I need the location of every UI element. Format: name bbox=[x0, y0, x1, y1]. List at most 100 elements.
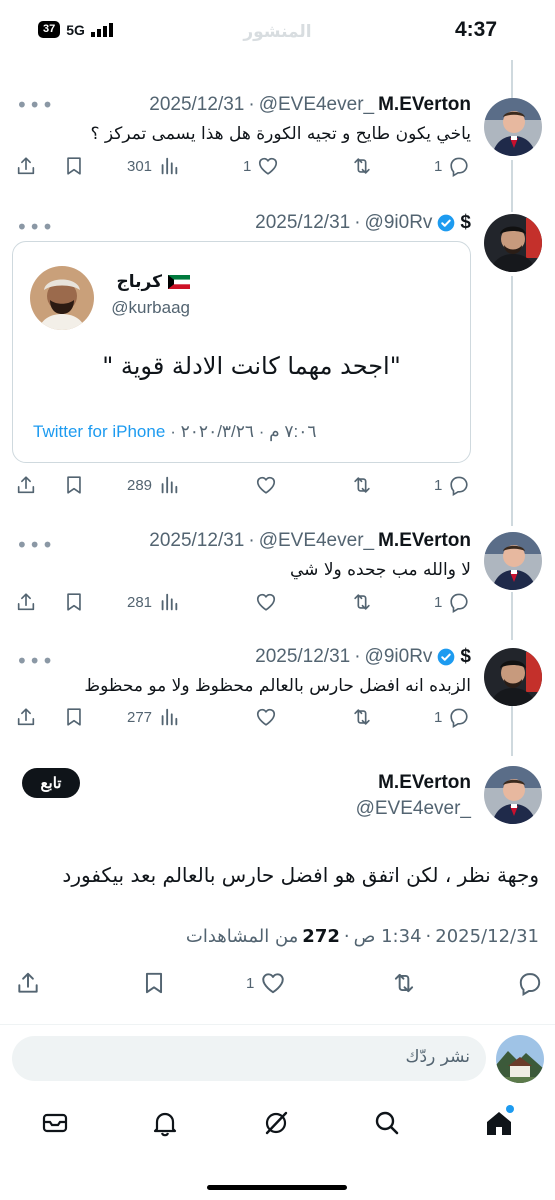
retweet-icon bbox=[351, 591, 373, 613]
focus-date: 2025/12/31 bbox=[435, 926, 539, 947]
retweet-button[interactable] bbox=[351, 155, 373, 177]
focus-views-count: 272 bbox=[302, 926, 340, 947]
bottom-tab-bar bbox=[0, 1100, 555, 1150]
share-button[interactable] bbox=[15, 970, 41, 996]
tweet-author[interactable]: $ bbox=[460, 646, 471, 668]
tweet[interactable]: ••• 2025/12/31 · @9i0Rv $ الزبده انه افض… bbox=[0, 636, 555, 750]
avatar[interactable] bbox=[484, 98, 542, 156]
like-button[interactable]: 1 bbox=[246, 970, 286, 996]
views-count: 289 bbox=[127, 476, 153, 494]
avatar[interactable] bbox=[484, 648, 542, 706]
tweet[interactable]: ••• 2025/12/31 · @EVE4ever_ M.EVerton يا… bbox=[0, 0, 555, 190]
tweet-actions: 277 1 bbox=[0, 706, 490, 736]
verified-icon bbox=[438, 214, 455, 232]
share-icon bbox=[15, 155, 37, 177]
reply-icon bbox=[448, 591, 470, 613]
reply-button[interactable] bbox=[517, 970, 543, 996]
focus-author[interactable]: M.EVerton bbox=[378, 772, 471, 794]
reply-button[interactable]: 1 bbox=[434, 706, 470, 728]
avatar[interactable] bbox=[484, 532, 542, 590]
notification-dot bbox=[506, 1105, 514, 1113]
share-button[interactable] bbox=[15, 591, 37, 613]
tweet-author[interactable]: M.EVerton bbox=[378, 530, 471, 552]
views-button[interactable]: 301 bbox=[127, 155, 180, 177]
search-icon bbox=[375, 1111, 399, 1135]
tab-messages[interactable] bbox=[40, 1108, 70, 1138]
more-icon[interactable]: ••• bbox=[16, 651, 54, 671]
tweet[interactable]: ••• 2025/12/31 · @EVE4ever_ M.EVerton لا… bbox=[0, 520, 555, 636]
share-button[interactable] bbox=[15, 155, 37, 177]
like-button[interactable] bbox=[255, 474, 277, 496]
tweet-author[interactable]: M.EVerton bbox=[378, 94, 471, 116]
avatar[interactable] bbox=[496, 1035, 544, 1083]
quoted-author[interactable]: كرباج bbox=[117, 272, 190, 292]
tweet-date: 2025/12/31 bbox=[255, 646, 351, 667]
retweet-button[interactable] bbox=[351, 706, 373, 728]
reply-button[interactable]: 1 bbox=[434, 474, 470, 496]
tweet-text: ياخي يكون طايح و تجيه الكورة هل هذا يسمى… bbox=[90, 124, 471, 144]
tweet-meta: 2025/12/31 · @9i0Rv $ bbox=[255, 212, 471, 234]
views-button[interactable]: 277 bbox=[127, 706, 180, 728]
tweet-meta: 2025/12/31 · @EVE4ever_ M.EVerton bbox=[149, 94, 471, 116]
tweet-handle[interactable]: @EVE4ever_ bbox=[259, 94, 374, 116]
bookmark-button[interactable] bbox=[63, 591, 85, 613]
kuwait-flag-icon bbox=[168, 275, 190, 289]
reply-count: 1 bbox=[434, 593, 443, 611]
more-icon[interactable]: ••• bbox=[16, 535, 54, 555]
bookmark-icon bbox=[63, 591, 85, 613]
quoted-text: "اجحد مهما كانت الادلة قوية " bbox=[102, 352, 401, 380]
views-button[interactable]: 289 bbox=[127, 474, 180, 496]
views-icon bbox=[158, 474, 180, 496]
quoted-tweet[interactable]: كرباج @kurbaag "اجحد مهما كانت الادلة قو… bbox=[12, 241, 471, 463]
like-icon bbox=[255, 706, 277, 728]
like-button[interactable]: 1 bbox=[243, 155, 279, 177]
share-icon bbox=[15, 474, 37, 496]
tweet-text: الزبده انه افضل حارس بالعالم محظوظ ولا م… bbox=[84, 676, 471, 696]
avatar[interactable] bbox=[484, 766, 542, 824]
bookmark-button[interactable] bbox=[141, 970, 167, 996]
like-count: 1 bbox=[243, 157, 252, 175]
tab-notifications[interactable] bbox=[150, 1108, 180, 1138]
tab-home[interactable] bbox=[484, 1105, 514, 1138]
share-icon bbox=[15, 591, 37, 613]
quoted-handle[interactable]: @kurbaag bbox=[111, 298, 190, 318]
more-icon[interactable]: ••• bbox=[16, 217, 54, 237]
quoted-time: ٧:٠٦ م · ٢٠٢٠/٣/٢٦ · bbox=[170, 422, 317, 441]
reply-icon bbox=[448, 706, 470, 728]
bookmark-button[interactable] bbox=[63, 155, 85, 177]
more-icon[interactable]: ••• bbox=[16, 95, 54, 115]
focus-views-label: من المشاهدات bbox=[185, 926, 299, 947]
reply-button[interactable]: 1 bbox=[434, 155, 470, 177]
like-button[interactable] bbox=[255, 591, 277, 613]
tab-grok[interactable] bbox=[261, 1108, 291, 1138]
reply-input[interactable]: نشر ردّك bbox=[12, 1036, 486, 1081]
avatar[interactable] bbox=[30, 266, 94, 330]
tweet-handle[interactable]: @EVE4ever_ bbox=[259, 530, 374, 552]
like-icon bbox=[255, 474, 277, 496]
like-button[interactable] bbox=[255, 706, 277, 728]
bookmark-button[interactable] bbox=[63, 706, 85, 728]
retweet-button[interactable] bbox=[351, 474, 373, 496]
tweet-handle[interactable]: @9i0Rv bbox=[365, 646, 433, 668]
tab-search[interactable] bbox=[372, 1108, 402, 1138]
tweet-date: 2025/12/31 bbox=[149, 530, 245, 551]
reply-button[interactable]: 1 bbox=[434, 591, 470, 613]
avatar[interactable] bbox=[484, 214, 542, 272]
reply-icon bbox=[448, 155, 470, 177]
views-icon bbox=[158, 706, 180, 728]
tweet-actions: 281 1 bbox=[0, 591, 490, 621]
tweet-actions: 301 1 1 bbox=[0, 155, 490, 185]
tweet-author[interactable]: $ bbox=[460, 212, 471, 234]
tweet-handle[interactable]: @9i0Rv bbox=[365, 212, 433, 234]
reply-count: 1 bbox=[434, 157, 443, 175]
bookmark-button[interactable] bbox=[63, 474, 85, 496]
share-button[interactable] bbox=[15, 706, 37, 728]
like-icon bbox=[255, 591, 277, 613]
follow-button[interactable]: تابع bbox=[22, 768, 80, 798]
views-button[interactable]: 281 bbox=[127, 591, 180, 613]
focus-handle[interactable]: @EVE4ever_ bbox=[356, 798, 471, 820]
retweet-button[interactable] bbox=[351, 591, 373, 613]
quoted-source[interactable]: Twitter for iPhone bbox=[33, 422, 165, 442]
retweet-button[interactable] bbox=[391, 970, 417, 996]
share-button[interactable] bbox=[15, 474, 37, 496]
